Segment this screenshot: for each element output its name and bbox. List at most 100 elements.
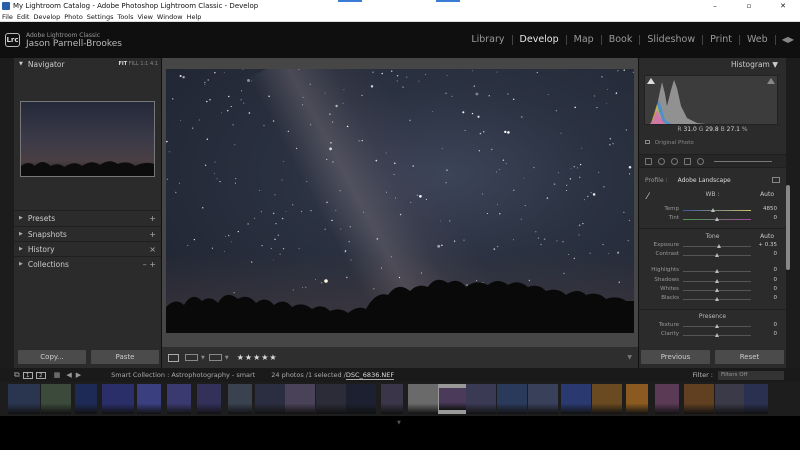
clarity-knob[interactable]	[714, 333, 719, 337]
filmstrip-thumbnail[interactable]	[466, 384, 496, 414]
collapse-triangle-icon[interactable]: ◀▶	[782, 35, 794, 45]
temp-knob[interactable]	[711, 208, 716, 212]
toolbar-options-icon[interactable]: ▼	[627, 354, 632, 361]
wb-value[interactable]: Auto	[760, 191, 774, 198]
menu-edit[interactable]: Edit	[17, 13, 30, 21]
module-web[interactable]: Web	[740, 35, 776, 45]
main-window-icon[interactable]: 1	[22, 371, 33, 379]
filmstrip-thumbnail[interactable]	[561, 384, 591, 414]
filmstrip-thumbnail[interactable]	[684, 384, 714, 414]
profile-value[interactable]: Adobe Landscape	[678, 177, 731, 184]
filmstrip-thumbnail[interactable]	[528, 384, 558, 414]
disclosure-triangle-icon[interactable]: ▼	[19, 61, 23, 67]
add-snapshot-icon[interactable]: +	[149, 230, 156, 239]
spot-removal-icon[interactable]	[658, 157, 665, 165]
presets-panel-header[interactable]: ▶ Presets +	[14, 210, 161, 225]
menu-file[interactable]: File	[2, 13, 13, 21]
filmstrip-thumbnail[interactable]	[592, 384, 622, 414]
filmstrip-thumbnail[interactable]	[655, 384, 679, 414]
texture-slider[interactable]	[683, 324, 751, 328]
filmstrip-thumbnail[interactable]	[41, 384, 71, 414]
right-panel-scrollbar[interactable]	[786, 185, 790, 270]
menu-photo[interactable]: Photo	[64, 13, 83, 21]
filmstrip-thumbnail[interactable]	[167, 384, 191, 414]
tone-auto-button[interactable]: Auto	[760, 233, 774, 240]
module-develop[interactable]: Develop	[513, 35, 567, 45]
selected-filename[interactable]: DSC_6836.NEF	[345, 371, 395, 380]
module-print[interactable]: Print	[703, 35, 740, 45]
filmstrip-thumbnail[interactable]	[626, 384, 648, 414]
grid-view-icon[interactable]: ▦	[54, 371, 61, 379]
menu-settings[interactable]: Settings	[87, 13, 114, 21]
filmstrip-thumbnail[interactable]	[408, 384, 438, 414]
secondary-window-icon[interactable]: 2	[35, 371, 46, 379]
module-slideshow[interactable]: Slideshow	[640, 35, 704, 45]
clarity-value[interactable]: 0	[747, 331, 778, 337]
paste-button[interactable]: Paste	[91, 350, 159, 364]
highlights-value[interactable]: 0	[747, 267, 778, 273]
loupe-view-icon[interactable]	[168, 353, 179, 362]
navigator-header[interactable]: ▼ Navigator FIT FILL 1:1 4:1	[14, 58, 161, 70]
filmstrip-thumbnail[interactable]	[744, 384, 768, 414]
filmstrip-thumbnail[interactable]	[715, 384, 745, 414]
filmstrip-thumbnail[interactable]	[438, 384, 468, 414]
module-map[interactable]: Map	[567, 35, 602, 45]
module-library[interactable]: Library	[464, 35, 513, 45]
blacks-knob[interactable]	[714, 297, 719, 301]
menu-tools[interactable]: Tools	[117, 13, 133, 21]
highlights-slider[interactable]	[683, 269, 751, 273]
chevron-down-icon[interactable]: ▼	[201, 355, 205, 361]
shadows-knob[interactable]	[714, 279, 719, 283]
left-panel-gutter[interactable]	[0, 58, 14, 368]
histogram-title[interactable]: Histogram ▼	[639, 58, 786, 72]
filmstrip-thumbnail[interactable]	[8, 384, 40, 414]
highlight-clipping-icon[interactable]	[767, 78, 775, 84]
temp-slider[interactable]	[683, 208, 751, 212]
temp-value[interactable]: 4850	[747, 206, 777, 212]
adjustment-brush-slider[interactable]	[714, 160, 772, 162]
whites-knob[interactable]	[714, 288, 719, 292]
exposure-slider[interactable]	[683, 244, 751, 248]
history-panel-header[interactable]: ▶ History ×	[14, 241, 161, 256]
shadows-value[interactable]: 0	[747, 277, 778, 283]
before-after-swap-icon[interactable]	[208, 354, 222, 361]
close-button[interactable]: ✕	[766, 0, 800, 12]
filmstrip-thumbnail[interactable]	[102, 384, 134, 414]
snapshots-panel-header[interactable]: ▶ Snapshots +	[14, 226, 161, 241]
contrast-knob[interactable]	[714, 253, 719, 257]
menu-help[interactable]: Help	[187, 13, 202, 21]
contrast-slider[interactable]	[683, 253, 751, 257]
blacks-slider[interactable]	[683, 297, 751, 301]
filmstrip-collapse-icon[interactable]: ▼	[397, 420, 401, 426]
filmstrip-thumbnail[interactable]	[316, 384, 346, 414]
collections-panel-header[interactable]: ▶ Collections – +	[14, 256, 161, 271]
reset-button[interactable]: Reset	[715, 350, 784, 364]
minimize-button[interactable]: –	[698, 0, 732, 12]
filter-select[interactable]: Filters Off	[718, 370, 784, 380]
tint-slider[interactable]	[683, 217, 751, 221]
highlights-knob[interactable]	[714, 269, 719, 273]
filmstrip-thumbnail[interactable]	[197, 384, 221, 414]
menu-develop[interactable]: Develop	[33, 13, 60, 21]
filmstrip-thumbnail[interactable]	[228, 384, 252, 414]
contrast-value[interactable]: 0	[747, 251, 778, 257]
forward-arrow-icon[interactable]: ▶	[76, 371, 81, 379]
texture-knob[interactable]	[714, 324, 719, 328]
filmstrip-source[interactable]: Smart Collection : Astrophotography - sm…	[111, 371, 255, 379]
shadow-clipping-icon[interactable]	[647, 78, 655, 84]
red-eye-icon[interactable]	[671, 157, 678, 165]
original-photo-toggle[interactable]: Original Photo	[645, 140, 694, 146]
module-book[interactable]: Book	[602, 35, 641, 45]
profile-browser-icon[interactable]	[772, 177, 780, 183]
graduated-filter-icon[interactable]	[684, 157, 691, 165]
zoom-fill[interactable]: FILL	[129, 61, 139, 67]
filmstrip-thumbnail[interactable]	[137, 384, 161, 414]
menu-view[interactable]: View	[137, 13, 152, 21]
zoom-1-1[interactable]: 1:1	[140, 61, 148, 67]
filmstrip-thumbnail[interactable]	[346, 384, 376, 414]
clarity-slider[interactable]	[683, 333, 751, 337]
copy-button[interactable]: Copy...	[18, 350, 86, 364]
filmstrip-thumbnail[interactable]	[381, 384, 403, 414]
blacks-value[interactable]: 0	[747, 295, 778, 301]
tint-knob[interactable]	[714, 217, 719, 221]
